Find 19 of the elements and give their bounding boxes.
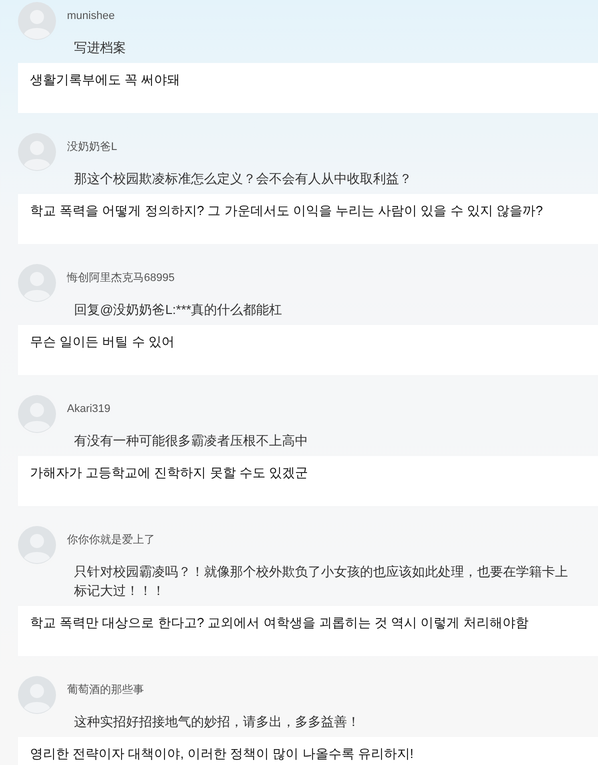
translation-box: 가해자가 고등학교에 진학하지 못할 수도 있겠군: [18, 456, 598, 506]
avatar-icon: [18, 676, 56, 714]
translation-box: 생활기록부에도 꼭 써야돼: [18, 63, 598, 113]
comment-text: 这种实招好招接地气的妙招，请多出，多多益善！: [73, 713, 361, 731]
username[interactable]: 悔创阿里杰克马68995: [67, 270, 175, 286]
username[interactable]: Akari319: [67, 401, 110, 418]
comment-text: 写进档案: [73, 39, 127, 57]
comment-text: 有没有一种可能很多霸凌者压根不上高中: [73, 432, 309, 450]
username[interactable]: munishee: [67, 8, 115, 24]
translation-box: 영리한 전략이자 대책이야, 이러한 정책이 많이 나올수록 유리하지!: [18, 737, 598, 765]
translation-box: 무슨 일이든 버틸 수 있어: [18, 325, 598, 375]
username[interactable]: 葡萄酒的那些事: [67, 682, 144, 698]
translation-box: 학교 폭력만 대상으로 한다고? 교외에서 여학생을 괴롭히는 것 역시 이렇게 처리해야함: [18, 606, 598, 656]
username[interactable]: 没奶奶爸L: [67, 139, 118, 156]
comment-text: 那这个校园欺凌标准怎么定义？会不会有人从中收取利益？: [73, 170, 413, 188]
comment-text: 回复@没奶奶爸L:***真的什么都能杠: [73, 301, 284, 319]
username[interactable]: 你你你就是爱上了: [67, 532, 155, 548]
comment-text: 只针对校园霸凌吗？！就像那个校外欺负了小女孩的也应该如此处理，也要在学籍卡上标记大过！！！: [73, 563, 569, 600]
translation-box: 학교 폭력을 어떻게 정의하지? 그 가운데서도 이익을 누리는 사람이 있을 수 있지 않을까?: [18, 194, 598, 244]
